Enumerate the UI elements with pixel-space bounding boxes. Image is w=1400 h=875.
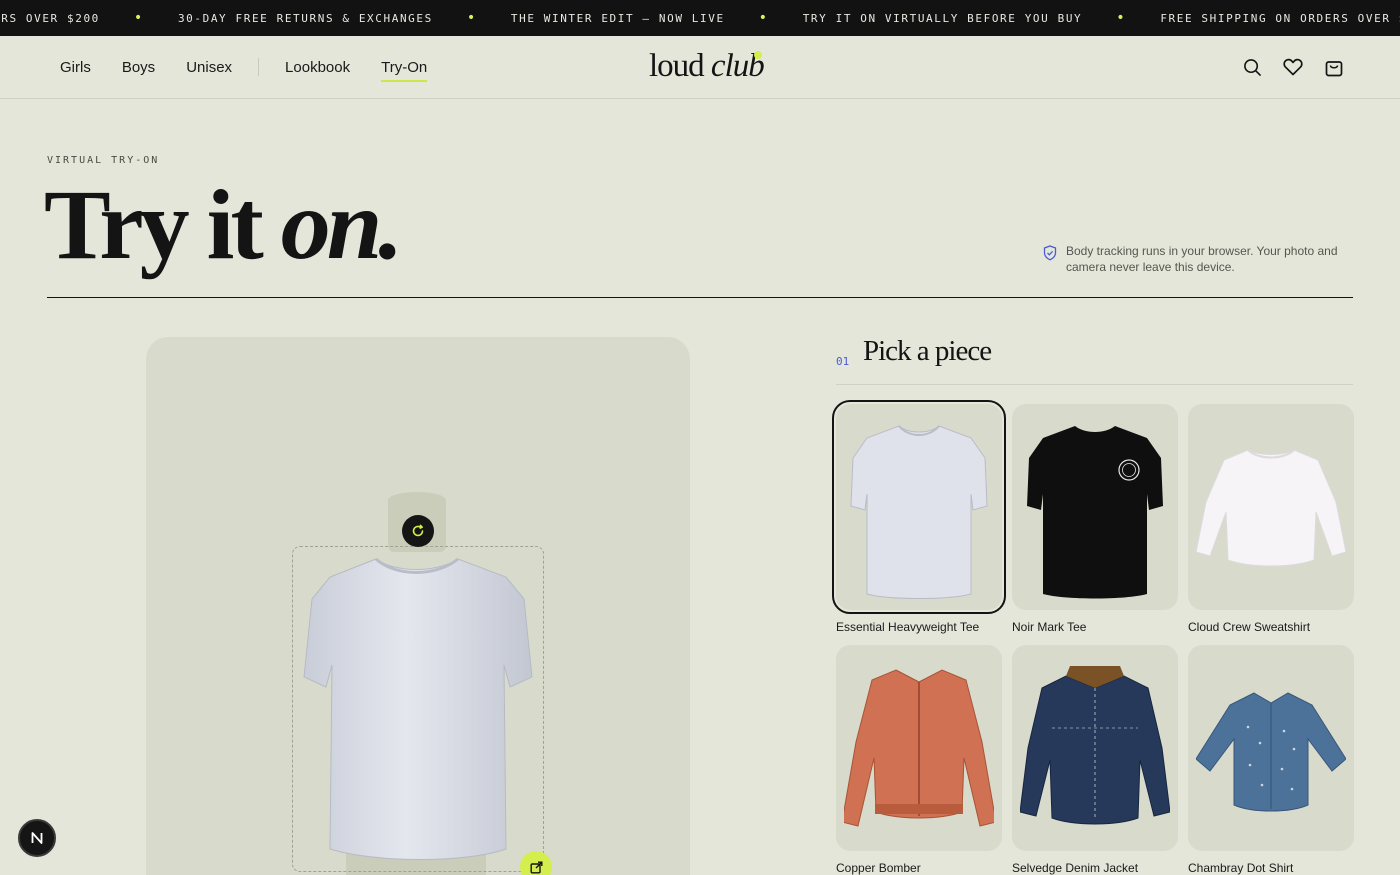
separator-dot: •: [1116, 10, 1127, 26]
product-thumbnail[interactable]: [836, 645, 1002, 851]
shield-icon: [1043, 243, 1057, 275]
separator-dot: •: [466, 10, 477, 26]
site-header: Girls Boys Unisex Lookbook Try-On loud c…: [0, 36, 1400, 99]
garment-bounding-box[interactable]: [292, 546, 544, 872]
announcement-message: TRY IT ON VIRTUALLY BEFORE YOU BUY: [802, 11, 1083, 25]
resize-icon: [530, 861, 542, 874]
nav-lookbook[interactable]: Lookbook: [285, 59, 350, 76]
title-plain: Try it: [44, 169, 264, 280]
separator-dot: •: [133, 10, 144, 26]
nav-try-on[interactable]: Try-On: [381, 59, 428, 82]
n-logo-icon: [31, 832, 43, 844]
product-card-essential-heavyweight-tee[interactable]: Essential Heavyweight Tee: [832, 400, 1006, 634]
rotate-icon: [412, 524, 424, 537]
product-name: Cloud Crew Sweatshirt: [1188, 620, 1311, 634]
hero-eyebrow: VIRTUAL TRY-ON: [47, 155, 160, 166]
bag-icon[interactable]: [1323, 56, 1345, 78]
sweatshirt-image: [1196, 449, 1346, 567]
product-thumbnail[interactable]: [1188, 645, 1354, 851]
announcement-message: ERS OVER $200: [0, 11, 100, 25]
product-name: Chambray Dot Shirt: [1188, 861, 1294, 875]
product-thumbnail[interactable]: [1012, 645, 1178, 851]
separator-dot: •: [758, 10, 769, 26]
section-divider: [836, 384, 1353, 385]
privacy-text: Body tracking runs in your browser. Your…: [1066, 244, 1338, 274]
announcement-marquee: ERS OVER $200 • 30-DAY FREE RETURNS & EX…: [0, 0, 1400, 36]
product-card-cloud-crew-sweatshirt[interactable]: Cloud Crew Sweatshirt: [1188, 404, 1354, 634]
shirt-image: [1196, 692, 1346, 812]
product-card-noir-mark-tee[interactable]: Noir Mark Tee: [1012, 404, 1178, 634]
resize-handle[interactable]: [520, 851, 552, 875]
product-card-selvedge-denim-jacket[interactable]: Selvedge Denim Jacket: [1012, 645, 1178, 875]
brand-name-plain: loud: [649, 48, 705, 84]
next-dev-badge[interactable]: [18, 819, 56, 857]
product-thumbnail[interactable]: [1012, 404, 1178, 610]
product-card-chambray-dot-shirt[interactable]: Chambray Dot Shirt: [1188, 645, 1354, 875]
privacy-note: Body tracking runs in your browser. Your…: [1043, 243, 1353, 275]
product-thumbnail[interactable]: [832, 400, 1006, 614]
rotate-button[interactable]: [402, 515, 434, 547]
product-name: Selvedge Denim Jacket: [1012, 861, 1139, 875]
product-name: Noir Mark Tee: [1012, 620, 1087, 634]
nav-boys[interactable]: Boys: [122, 59, 155, 76]
announcement-message: 30-DAY FREE RETURNS & EXCHANGES: [177, 11, 433, 25]
denim-jacket-image: [1020, 666, 1170, 825]
product-name: Essential Heavyweight Tee: [836, 620, 980, 634]
product-thumbnail[interactable]: [1188, 404, 1354, 610]
try-on-stage[interactable]: [146, 337, 690, 875]
announcement-bar: ERS OVER $200 • 30-DAY FREE RETURNS & EX…: [0, 0, 1400, 36]
bomber-jacket-image: [844, 669, 994, 827]
brand-logo[interactable]: loud club: [649, 48, 765, 85]
tee-image: [850, 425, 988, 599]
section-title: Pick a piece: [863, 335, 992, 367]
logo-dot: [754, 51, 762, 59]
announcement-message: FREE SHIPPING ON ORDERS OVER $200: [1160, 11, 1400, 25]
tee-image: [1027, 426, 1163, 599]
nav-girls[interactable]: Girls: [60, 59, 91, 76]
announcement-message: THE WINTER EDIT — NOW LIVE: [510, 11, 725, 25]
search-icon[interactable]: [1241, 56, 1263, 78]
nav-unisex[interactable]: Unisex: [186, 59, 232, 76]
product-card-copper-bomber[interactable]: Copper Bomber: [836, 645, 1002, 875]
title-italic: on.: [280, 169, 404, 280]
hero-divider: [47, 297, 1353, 298]
heart-icon[interactable]: [1282, 56, 1304, 78]
step-number: 01: [836, 355, 850, 368]
product-name: Copper Bomber: [836, 861, 921, 875]
main-nav: Girls Boys Unisex Lookbook Try-On: [60, 36, 458, 98]
page-title: Try it on.: [44, 169, 404, 280]
nav-divider: [258, 58, 260, 76]
